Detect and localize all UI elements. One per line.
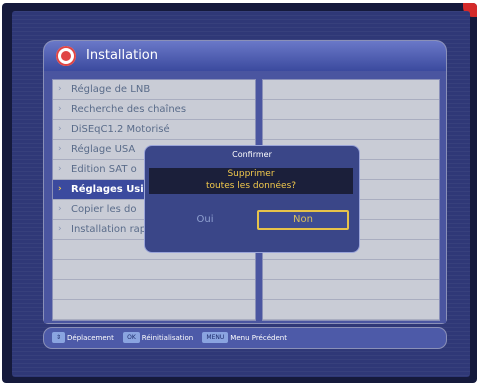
chevron-right-icon: › [58, 84, 62, 94]
menu-item-channel-search[interactable]: › Recherche des chaînes [53, 100, 255, 120]
page-title: Installation [86, 48, 159, 63]
menu-item-empty [53, 260, 255, 280]
menu-item-label: Réglages Usi [71, 184, 144, 195]
info-row [263, 80, 439, 100]
info-row [263, 280, 439, 300]
info-row [263, 300, 439, 320]
dialog-message: Supprimer toutes les données? [149, 168, 353, 194]
menu-item-label: Réglage USA [71, 144, 136, 155]
menu-item-empty [53, 300, 255, 320]
navigate-key-icon: ⇕ [52, 332, 66, 343]
footer-keys: ⇕ Déplacement OK Réinitialisation MENU Menu… [52, 332, 294, 343]
menu-key-icon: MENU [202, 332, 229, 343]
footer-key-label: Menu Précédent [230, 333, 287, 342]
chevron-right-icon: › [58, 204, 62, 214]
menu-item-label: Recherche des chaînes [71, 104, 187, 115]
footer-help-bar: ⇕ Déplacement OK Réinitialisation MENU Menu… [44, 328, 446, 348]
chevron-right-icon: › [58, 164, 62, 174]
menu-item-label: DiSEqC1.2 Motorisé [71, 124, 170, 135]
footer-key-label: Déplacement [67, 333, 114, 342]
yes-button[interactable]: Oui [167, 210, 243, 230]
info-row [263, 100, 439, 120]
info-row [263, 260, 439, 280]
menu-item-diseqc[interactable]: › DiSEqC1.2 Motorisé [53, 120, 255, 140]
tv-frame: Installation › Réglage de LNB › Recherch… [2, 3, 477, 383]
chevron-right-icon: › [58, 104, 62, 114]
menu-item-label: Edition SAT o [71, 164, 137, 175]
footer-key-label: Réinitialisation [141, 333, 194, 342]
info-row [263, 120, 439, 140]
chevron-right-icon: › [58, 224, 62, 234]
menu-item-label: Copier les do [71, 204, 137, 215]
dialog-title: Confirmer [232, 150, 272, 159]
confirm-dialog: Confirmer Supprimer toutes les données? … [144, 145, 360, 253]
dialog-message-line2: toutes les données? [205, 181, 297, 191]
chevron-right-icon: › [58, 144, 62, 154]
dialog-message-line1: Supprimer [227, 169, 275, 179]
menu-item-label: Réglage de LNB [71, 84, 151, 95]
menu-item-lnb[interactable]: › Réglage de LNB [53, 80, 255, 100]
no-button[interactable]: Non [257, 210, 349, 230]
chevron-right-icon: › [58, 184, 62, 194]
satellite-logo-icon [56, 46, 76, 66]
chevron-right-icon: › [58, 124, 62, 134]
title-bar: Installation [44, 41, 446, 71]
menu-item-empty [53, 280, 255, 300]
ok-key-icon: OK [123, 332, 140, 343]
